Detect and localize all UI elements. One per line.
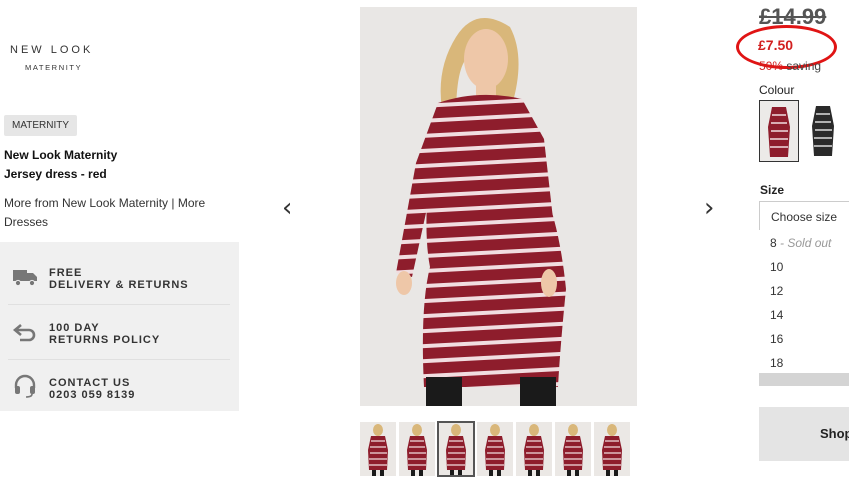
size-dropdown-list: 8 - Sold out 10 12 14 16 18	[759, 230, 849, 386]
return-arrow-icon	[12, 324, 36, 342]
shop-button-label: Shop	[820, 426, 849, 441]
swatch-image	[760, 101, 798, 161]
thumbnail[interactable]	[437, 421, 475, 477]
info-text: 100 DAY RETURNS POLICY	[49, 322, 161, 346]
free-delivery-row: FREE DELIVERY & RETURNS	[8, 249, 230, 305]
size-label: Size	[760, 183, 785, 197]
model-photo	[360, 7, 637, 406]
info-box: FREE DELIVERY & RETURNS 100 DAY RETURNS …	[0, 242, 239, 411]
product-name-line1: New Look Maternity	[4, 148, 118, 162]
category-tag[interactable]: MATERNITY	[4, 115, 78, 136]
saving-percent: 50%	[759, 59, 784, 73]
size-select-placeholder: Choose size	[771, 210, 838, 224]
thumbnail-image	[438, 422, 474, 476]
size-select[interactable]: Choose size	[759, 201, 849, 232]
colour-label: Colour	[759, 83, 795, 97]
thumbnail[interactable]	[477, 422, 513, 476]
size-option[interactable]: 12	[770, 284, 783, 298]
thumbnail-image	[477, 422, 513, 476]
dropdown-scrollbar[interactable]	[759, 373, 849, 386]
thumbnail[interactable]	[555, 422, 591, 476]
brand-name: NEW LOOK	[10, 44, 94, 56]
product-name: New Look Maternity Jersey dress - red	[4, 146, 117, 184]
info-text: CONTACT US 0203 059 8139	[49, 377, 136, 401]
swatch-image	[804, 100, 842, 160]
thumbnail-image	[516, 422, 552, 476]
info-text: FREE DELIVERY & RETURNS	[49, 267, 189, 291]
contact-row[interactable]: CONTACT US 0203 059 8139	[8, 359, 230, 414]
thumbnail[interactable]	[594, 422, 630, 476]
returns-policy-row: 100 DAY RETURNS POLICY	[8, 304, 230, 360]
size-option[interactable]: 10	[770, 260, 783, 274]
next-image-arrow-icon[interactable]: ›	[704, 193, 714, 223]
more-from-links[interactable]: More from New Look Maternity | More Dres…	[4, 194, 229, 232]
truck-icon	[13, 270, 37, 287]
colour-swatch-red[interactable]	[759, 100, 799, 162]
thumbnail-image	[555, 422, 591, 476]
brand-logo[interactable]: NEW LOOK MATERNITY	[10, 44, 120, 72]
main-product-image[interactable]	[360, 7, 637, 406]
size-option[interactable]: 16	[770, 332, 783, 346]
colour-swatch-black[interactable]	[804, 100, 842, 160]
headset-icon	[14, 374, 36, 398]
thumbnail-image	[360, 422, 396, 476]
prev-image-arrow-icon[interactable]: ‹	[282, 193, 292, 223]
product-name-line2: Jersey dress - red	[4, 167, 107, 181]
thumbnail[interactable]	[516, 422, 552, 476]
size-option[interactable]: 18	[770, 356, 783, 370]
size-option[interactable]: 8 - Sold out	[770, 236, 831, 250]
shop-button[interactable]: Shop	[759, 407, 849, 461]
size-option[interactable]: 14	[770, 308, 783, 322]
thumbnail-image	[594, 422, 630, 476]
saving-text: 50% saving	[759, 59, 822, 73]
thumbnail-image	[399, 422, 435, 476]
thumbnail[interactable]	[360, 422, 396, 476]
thumbnail[interactable]	[399, 422, 435, 476]
brand-sub: MATERNITY	[25, 63, 83, 72]
